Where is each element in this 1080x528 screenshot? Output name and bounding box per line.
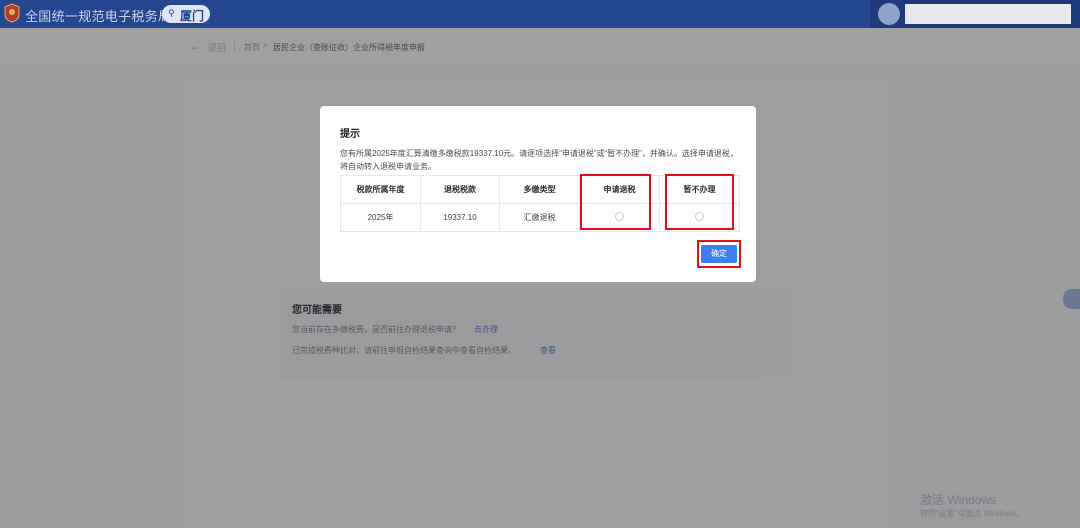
dialog-title: 提示 <box>340 129 360 140</box>
cell-type: 汇缴退税 <box>499 203 580 232</box>
cell-year: 2025年 <box>340 203 421 232</box>
user-name-box[interactable] <box>905 4 1071 24</box>
location-pin-icon: ⚲ <box>168 8 175 18</box>
cell-amount: 19337.10 <box>420 203 500 232</box>
highlight-defer-column <box>665 174 734 230</box>
column-header-type: 多缴类型 <box>499 175 580 204</box>
region-label: 厦门 <box>180 9 205 23</box>
site-title: 全国统一规范电子税务局 <box>25 9 172 24</box>
tax-bureau-emblem-icon <box>4 3 20 23</box>
highlight-confirm-button <box>697 240 741 268</box>
windows-activation-hint: 转到“设置”以激活 Windows。 <box>920 509 1025 518</box>
highlight-apply-refund-column <box>580 174 651 230</box>
user-avatar-icon[interactable] <box>878 3 900 25</box>
windows-activation-watermark: 激活 Windows <box>920 493 997 507</box>
column-header-year: 税款所属年度 <box>340 175 421 204</box>
column-header-amount: 退税税款 <box>420 175 500 204</box>
region-selector[interactable]: ⚲ 厦门 <box>162 5 210 23</box>
dialog-message: 您有所属2025年度汇算清缴多缴税款19337.10元。请逐项选择“申请退税”或… <box>340 149 738 171</box>
